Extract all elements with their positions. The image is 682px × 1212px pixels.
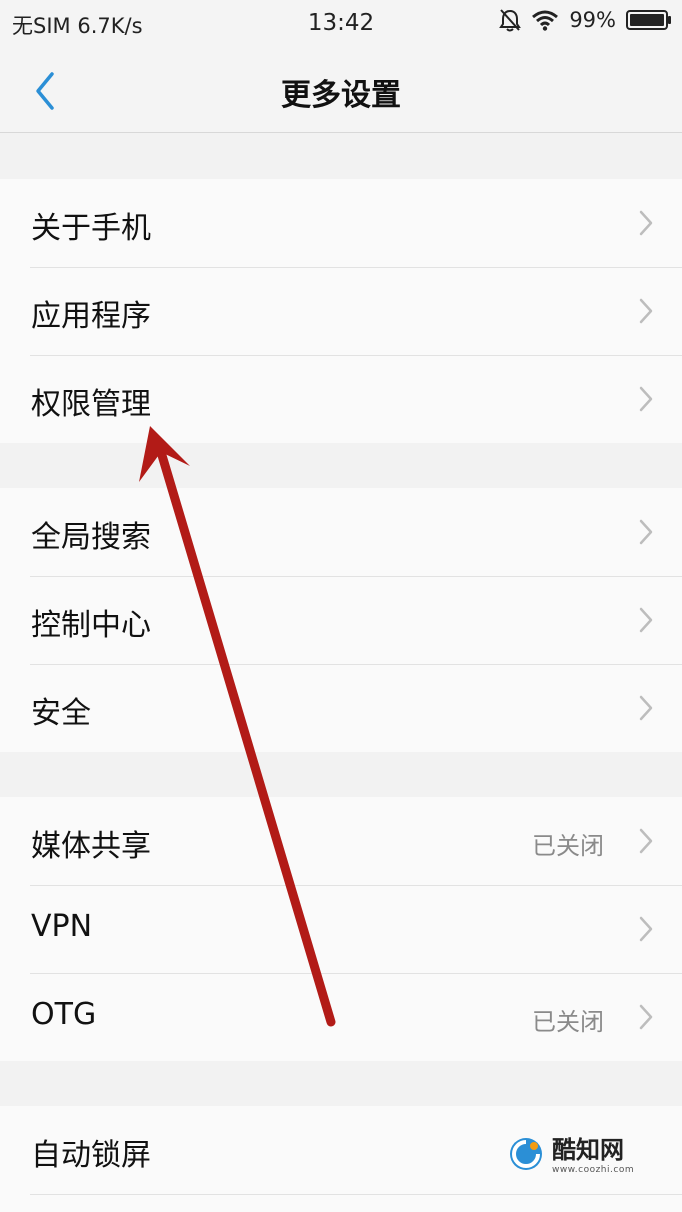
chevron-right-icon (639, 916, 653, 942)
page-title: 更多设置 (281, 78, 401, 113)
watermark-text: 酷知网 www.coozhi.com (552, 1138, 634, 1175)
chevron-right-icon (639, 607, 653, 633)
watermark: 酷知网 www.coozhi.com (508, 1128, 658, 1184)
settings-row-label: 关于手机 (31, 211, 151, 246)
settings-row-global-search[interactable]: 全局搜索 (0, 488, 682, 576)
settings-row-label: 媒体共享 (31, 829, 151, 864)
watermark-url: www.coozhi.com (552, 1164, 635, 1175)
battery-percent: 99% (569, 8, 616, 32)
settings-row-permissions[interactable]: 权限管理 (0, 355, 682, 443)
settings-row-vpn[interactable]: VPN (0, 885, 682, 973)
settings-row-label: 权限管理 (31, 387, 151, 422)
settings-row-value: 已关闭 (532, 1008, 604, 1036)
settings-row-label: VPN (31, 909, 93, 944)
settings-group-2: 全局搜索 控制中心 安全 (0, 488, 682, 752)
settings-row-value: 已关闭 (532, 832, 604, 860)
chevron-right-icon (639, 298, 653, 324)
settings-row-label: 自动锁屏 (31, 1138, 151, 1173)
chevron-right-icon (639, 210, 653, 236)
settings-group-1: 关于手机 应用程序 权限管理 (0, 179, 682, 443)
chevron-right-icon (639, 695, 653, 721)
settings-row-control-center[interactable]: 控制中心 (0, 576, 682, 664)
coozhi-logo-icon (508, 1136, 544, 1176)
wifi-icon (531, 9, 559, 31)
settings-row-label: OTG (31, 997, 97, 1032)
chevron-right-icon (639, 386, 653, 412)
chevron-right-icon (639, 828, 653, 854)
status-right: 99% (499, 8, 672, 32)
divider (30, 1194, 682, 1195)
settings-row-label: 应用程序 (31, 299, 151, 334)
chevron-right-icon (639, 1004, 653, 1030)
alarm-off-icon (499, 8, 522, 32)
settings-row-label: 安全 (31, 696, 91, 731)
settings-row-media-sharing[interactable]: 媒体共享 已关闭 (0, 797, 682, 885)
settings-row-about-phone[interactable]: 关于手机 (0, 179, 682, 267)
settings-group-3: 媒体共享 已关闭 VPN OTG 已关闭 (0, 797, 682, 1061)
settings-row-label: 控制中心 (31, 608, 151, 643)
watermark-name: 酷知网 (552, 1135, 624, 1164)
battery-icon (626, 9, 672, 31)
settings-row-applications[interactable]: 应用程序 (0, 267, 682, 355)
settings-row-security[interactable]: 安全 (0, 664, 682, 752)
status-bar: 无SIM 6.7K/s 13:42 99% (0, 0, 682, 48)
settings-row-label: 全局搜索 (31, 520, 151, 555)
nav-bar: 更多设置 (0, 48, 682, 133)
chevron-right-icon (639, 519, 653, 545)
settings-row-otg[interactable]: OTG 已关闭 (0, 973, 682, 1061)
